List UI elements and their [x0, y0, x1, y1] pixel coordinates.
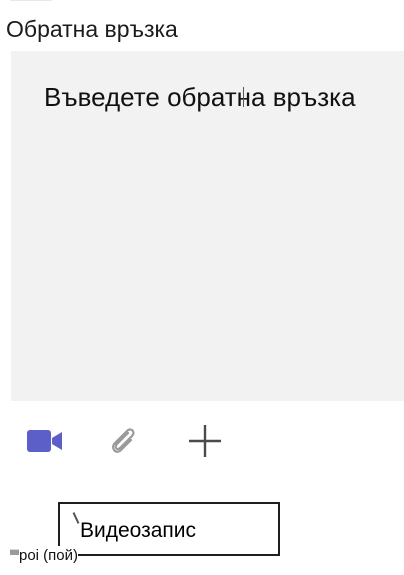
obscured-header-text: ▬▬▬ ▬▬ [10, 0, 70, 1]
video-camera-icon [27, 430, 62, 452]
footer-caption: poi (пой) [19, 546, 79, 566]
tooltip-text: Видеозапис [80, 519, 197, 542]
plus-icon [189, 425, 221, 457]
record-video-button[interactable] [22, 418, 68, 464]
tooltip-pointer-mark [72, 512, 80, 524]
attach-file-button[interactable] [100, 418, 146, 464]
paperclip-icon [112, 428, 135, 453]
feedback-placeholder: Въведете обратна връзка [44, 82, 356, 112]
feedback-section-label: Обратна връзка [6, 16, 178, 42]
feedback-textarea[interactable]: Въведете обратна връзка [11, 51, 404, 401]
add-button[interactable] [182, 418, 228, 464]
feedback-toolbar [14, 418, 254, 464]
video-tooltip: Видеозапис [58, 502, 280, 556]
text-caret [243, 87, 244, 107]
